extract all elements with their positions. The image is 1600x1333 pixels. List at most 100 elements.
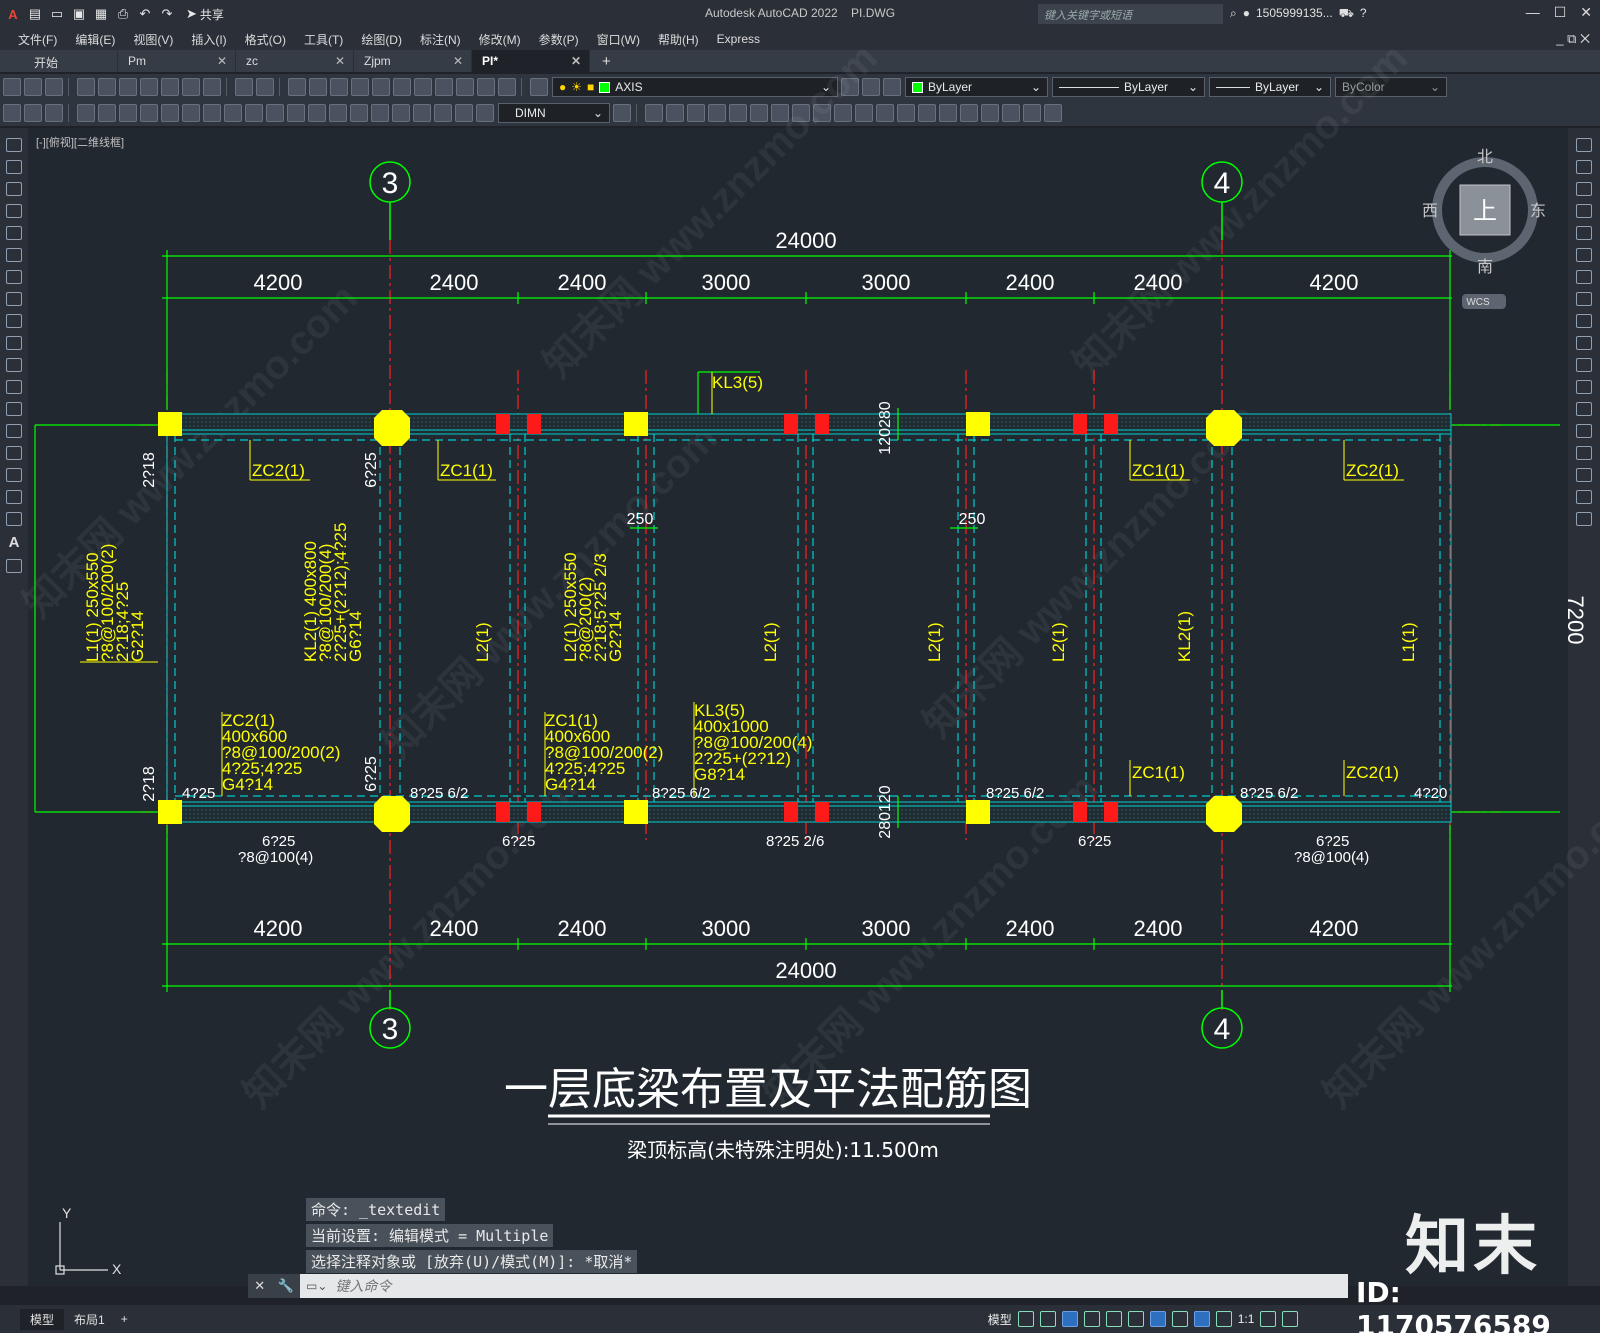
dim-625-b: 6?25: [363, 756, 380, 792]
add-layout-icon[interactable]: +: [121, 1312, 128, 1326]
bot-625-c: 6?25: [1078, 833, 1111, 850]
kl3-block-line: G8?14: [694, 765, 745, 784]
span-dim: 4200: [254, 916, 303, 941]
svg-text:知末网 www.znzmo.com: 知末网 www.znzmo.com: [915, 396, 1266, 747]
span-dim: 2400: [558, 270, 607, 295]
column-blocks: ZC2(1) 400x600 ?8@100/200(2) 4?25;4?25 G…: [222, 701, 812, 794]
dim-250-a: 250: [627, 511, 654, 528]
span-dim: 2400: [1134, 916, 1183, 941]
object-track-icon[interactable]: [1127, 1311, 1144, 1327]
svg-text:知末网 www.znzmo.com: 知末网 www.znzmo.com: [535, 36, 886, 387]
kl2-mid-line: G6?14: [346, 611, 365, 662]
l1-left-line: G2?14: [128, 611, 147, 662]
label-l2-d: L2(1): [1049, 622, 1068, 662]
drawing-subtitle: 梁顶标高(未特殊注明处):11.500m: [627, 1138, 939, 1162]
span-dim: 4200: [254, 270, 303, 295]
zc1-block-line: G4?14: [545, 775, 596, 794]
dim-625-a: 6?25: [363, 452, 380, 488]
rebar-425: 4?25: [182, 785, 215, 802]
viewcube-top[interactable]: 上: [1473, 198, 1497, 225]
viewcube-east[interactable]: 东: [1530, 202, 1546, 220]
l2-col-line: G2?14: [606, 611, 625, 662]
polar-icon[interactable]: [1083, 1311, 1100, 1327]
rebar-420: 4?20: [1414, 785, 1447, 802]
label-l2-c: L2(1): [925, 622, 944, 662]
span-dim: 2400: [1006, 916, 1055, 941]
bot-825: 8?25 2/6: [766, 833, 824, 850]
drawing-area: 知末网 www.znzmo.com 知末网 www.znzmo.com 知末网 …: [15, 36, 1600, 1277]
drawing-title-block: 一层底梁布置及平法配筋图 梁顶标高(未特殊注明处):11.500m: [504, 1064, 1032, 1162]
span-dim: 4200: [1310, 270, 1359, 295]
isodraft-icon[interactable]: [1105, 1311, 1122, 1327]
svg-text:X: X: [112, 1261, 122, 1277]
label-kl3-top: KL3(5): [712, 373, 763, 392]
watermark-id: ID: 1170576589: [1356, 1276, 1551, 1333]
command-recent-icon[interactable]: ▭⌄: [306, 1279, 327, 1293]
annotation-scale[interactable]: 1:1: [1238, 1312, 1255, 1326]
command-line-controls: ✕ 🔧: [248, 1274, 300, 1298]
dim-280-120: 280120: [877, 785, 894, 838]
bot-8100-b: ?8@100(4): [1294, 849, 1369, 866]
command-history-line: 命令: _textedit: [306, 1198, 446, 1221]
label-zc2-tl: ZC2(1): [252, 461, 305, 480]
svg-text:Y: Y: [62, 1205, 72, 1221]
bot-625-d: 6?25: [1316, 833, 1349, 850]
total-dim-bottom: 24000: [775, 958, 836, 983]
span-dim: 3000: [702, 270, 751, 295]
label-zc2-br: ZC2(1): [1346, 763, 1399, 782]
vertical-beam-labels: L1(1) 250x550 ?8@100/200(2) 2?18;4?25 G2…: [83, 523, 1418, 662]
bot-625-b: 6?25: [502, 833, 535, 850]
dim-218-b: 2?18: [141, 766, 158, 802]
span-dim: 2400: [430, 270, 479, 295]
command-input[interactable]: [327, 1278, 1228, 1294]
rebar-text: 4?25 8?25 6/2 8?25 6/2 8?25 6/2 8?25 6/2…: [182, 785, 1447, 866]
rebar-825-d: 8?25 6/2: [1240, 785, 1298, 802]
label-zc1-t1: ZC1(1): [440, 461, 493, 480]
viewcube-west[interactable]: 西: [1422, 203, 1438, 220]
view-cube[interactable]: 上 北 南 东 西 WCS: [1422, 148, 1546, 309]
viewcube-south[interactable]: 南: [1477, 258, 1493, 276]
label-l2-a: L2(1): [473, 622, 492, 662]
dim-250-b: 250: [959, 511, 986, 528]
span-dim: 3000: [702, 916, 751, 941]
span-dim: 2400: [1134, 270, 1183, 295]
span-dim: 3000: [862, 916, 911, 941]
command-line: ✕ 🔧 ▭⌄: [248, 1274, 1348, 1298]
rebar-825-a: 8?25 6/2: [410, 785, 468, 802]
customize-status-icon[interactable]: [1282, 1311, 1299, 1327]
right-dim: 7200: [1563, 596, 1588, 645]
label-zc2-tr: ZC2(1): [1346, 461, 1399, 480]
layout-tab-model[interactable]: 模型: [20, 1308, 65, 1330]
ortho-icon[interactable]: [1061, 1311, 1078, 1327]
bot-625-a: 6?25: [262, 833, 295, 850]
axis-label-bottom-left: 3: [382, 1013, 399, 1046]
label-kl2-r: KL2(1): [1175, 611, 1194, 662]
autoscale-icon[interactable]: [1215, 1311, 1232, 1327]
autocad-window: A ▤ ▭ ▣ ▦ ⎙ ↶ ↷ ➤ 共享 Autodesk AutoCAD 20…: [0, 0, 1600, 1333]
axis-label-top-right: 4: [1214, 167, 1231, 200]
customize-icon[interactable]: 🔧: [278, 1278, 294, 1294]
span-dim: 2400: [1006, 270, 1055, 295]
object-snap-icon[interactable]: [1149, 1311, 1166, 1327]
grid-icon[interactable]: [1017, 1311, 1034, 1327]
workspace-gear-icon[interactable]: [1260, 1311, 1277, 1327]
model-space-toggle[interactable]: 模型: [988, 1311, 1012, 1328]
rebar-825-c: 8?25 6/2: [986, 785, 1044, 802]
snap-icon[interactable]: [1039, 1311, 1056, 1327]
bot-8100-a: ?8@100(4): [238, 849, 313, 866]
close-icon[interactable]: ✕: [254, 1278, 265, 1294]
label-l1-r: L1(1): [1399, 622, 1418, 662]
lineweight-icon[interactable]: [1171, 1311, 1188, 1327]
rebar-825-b: 8?25 6/2: [652, 785, 710, 802]
annotation-visibility-icon[interactable]: [1193, 1311, 1210, 1327]
command-history-line: 选择注释对象或 [放弃(U)/模式(M)]: *取消*: [306, 1250, 638, 1273]
svg-text:知末网 www.znzmo.com: 知末网 www.znzmo.com: [1065, 36, 1416, 387]
span-dim: 2400: [558, 916, 607, 941]
label-zc1-b: ZC1(1): [1132, 763, 1185, 782]
span-dim: 4200: [1310, 916, 1359, 941]
span-dim: 2400: [430, 916, 479, 941]
viewcube-north[interactable]: 北: [1477, 148, 1493, 166]
layout-tab-layout1[interactable]: 布局1: [64, 1309, 115, 1330]
wcs-menu[interactable]: WCS: [1466, 297, 1490, 308]
drawing-title: 一层底梁布置及平法配筋图: [504, 1064, 1032, 1115]
